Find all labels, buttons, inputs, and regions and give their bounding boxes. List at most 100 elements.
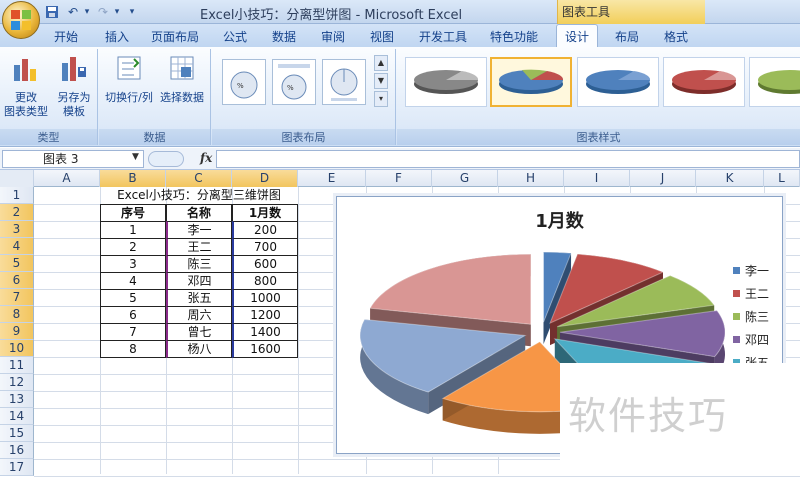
table-cell[interactable]: 1000 <box>232 289 298 307</box>
tab-design[interactable]: 设计 <box>556 24 599 47</box>
row-header-1[interactable]: 1 <box>0 187 34 204</box>
select-all-corner[interactable] <box>0 170 34 187</box>
table-cell[interactable]: 1600 <box>232 340 298 358</box>
table-cell[interactable]: 5 <box>100 289 166 307</box>
undo-icon[interactable]: ↶ <box>64 3 82 21</box>
chart-legend[interactable]: 李一王二陈三邓四张五 <box>733 259 793 374</box>
row-header-9[interactable]: 9 <box>0 323 34 340</box>
table-cell[interactable]: 1200 <box>232 306 298 324</box>
chart-style-2-selected[interactable] <box>490 57 572 107</box>
col-header-f[interactable]: F <box>366 170 432 187</box>
table-cell[interactable]: 3 <box>100 255 166 273</box>
tab-formulas[interactable]: 公式 <box>223 28 247 45</box>
tab-page-layout[interactable]: 页面布局 <box>151 28 199 45</box>
row-header-3[interactable]: 3 <box>0 221 34 238</box>
row-header-11[interactable]: 11 <box>0 357 34 374</box>
tab-insert[interactable]: 插入 <box>105 28 129 45</box>
table-header-cell[interactable]: 序号 <box>100 204 166 222</box>
col-header-h[interactable]: H <box>498 170 564 187</box>
col-header-b[interactable]: B <box>100 170 166 187</box>
col-header-d[interactable]: D <box>232 170 298 187</box>
change-chart-type-button[interactable]: 更改 图表类型 <box>4 53 48 119</box>
legend-entry[interactable]: 陈三 <box>733 305 793 328</box>
layout-more[interactable]: ▾ <box>374 91 388 107</box>
table-cell[interactable]: 1400 <box>232 323 298 341</box>
undo-dropdown[interactable]: ▾ <box>82 3 92 21</box>
row-header-2[interactable]: 2 <box>0 204 34 221</box>
table-cell[interactable]: 李一 <box>166 221 232 239</box>
table-cell[interactable]: 2 <box>100 238 166 256</box>
col-header-l[interactable]: L <box>764 170 800 187</box>
col-header-e[interactable]: E <box>298 170 366 187</box>
row-header-6[interactable]: 6 <box>0 272 34 289</box>
select-data-button[interactable]: 选择数据 <box>157 53 207 105</box>
table-cell[interactable]: 王二 <box>166 238 232 256</box>
table-cell[interactable]: 7 <box>100 323 166 341</box>
col-header-c[interactable]: C <box>166 170 232 187</box>
tab-format[interactable]: 格式 <box>664 28 688 45</box>
chart-style-5[interactable] <box>749 57 800 107</box>
table-cell[interactable]: 邓四 <box>166 272 232 290</box>
col-header-a[interactable]: A <box>34 170 100 187</box>
col-header-g[interactable]: G <box>432 170 498 187</box>
row-header-15[interactable]: 15 <box>0 425 34 442</box>
col-header-i[interactable]: I <box>564 170 630 187</box>
tab-special[interactable]: 特色功能 <box>490 28 538 45</box>
tab-review[interactable]: 审阅 <box>321 28 345 45</box>
chart-layout-3[interactable] <box>322 59 366 105</box>
insert-function-icon[interactable]: fx <box>200 151 212 165</box>
save-as-template-button[interactable]: 另存为 模板 <box>52 53 96 119</box>
name-box-dropdown-icon[interactable]: ▼ <box>132 152 139 162</box>
layout-scroll-down[interactable]: ▼ <box>374 73 388 89</box>
save-icon[interactable] <box>44 3 60 21</box>
customize-qat-icon[interactable]: ▾ <box>126 3 138 21</box>
tab-home[interactable]: 开始 <box>54 28 78 45</box>
redo-icon[interactable]: ↷ <box>94 3 112 21</box>
row-header-16[interactable]: 16 <box>0 442 34 459</box>
row-header-14[interactable]: 14 <box>0 408 34 425</box>
table-cell[interactable]: 周六 <box>166 306 232 324</box>
layout-scroll-up[interactable]: ▲ <box>374 55 388 71</box>
table-cell[interactable]: 600 <box>232 255 298 273</box>
row-header-8[interactable]: 8 <box>0 306 34 323</box>
legend-entry[interactable]: 邓四 <box>733 328 793 351</box>
tab-developer[interactable]: 开发工具 <box>419 28 467 45</box>
table-cell[interactable]: 800 <box>232 272 298 290</box>
row-header-17[interactable]: 17 <box>0 459 34 476</box>
sheet-title-cell[interactable]: Excel小技巧：分离型三维饼图 <box>100 187 298 205</box>
row-header-4[interactable]: 4 <box>0 238 34 255</box>
redo-dropdown[interactable]: ▾ <box>112 3 122 21</box>
chart-style-4[interactable] <box>663 57 745 107</box>
switch-row-col-button[interactable]: 切换行/列 <box>103 53 155 105</box>
legend-entry[interactable]: 王二 <box>733 282 793 305</box>
table-header-cell[interactable]: 1月数 <box>232 204 298 222</box>
row-header-13[interactable]: 13 <box>0 391 34 408</box>
table-header-cell[interactable]: 名称 <box>166 204 232 222</box>
chart-title[interactable]: 1月数 <box>337 207 782 233</box>
formula-bar-splitter[interactable] <box>148 151 184 167</box>
tab-layout[interactable]: 布局 <box>615 28 639 45</box>
row-header-10[interactable]: 10 <box>0 340 34 357</box>
table-cell[interactable]: 4 <box>100 272 166 290</box>
table-cell[interactable]: 200 <box>232 221 298 239</box>
table-cell[interactable]: 6 <box>100 306 166 324</box>
table-cell[interactable]: 张五 <box>166 289 232 307</box>
chart-style-3[interactable] <box>577 57 659 107</box>
chart-style-1[interactable] <box>405 57 487 107</box>
table-cell[interactable]: 700 <box>232 238 298 256</box>
row-header-7[interactable]: 7 <box>0 289 34 306</box>
row-header-12[interactable]: 12 <box>0 374 34 391</box>
office-button[interactable] <box>2 1 40 39</box>
formula-input[interactable] <box>216 150 800 168</box>
table-cell[interactable]: 曾七 <box>166 323 232 341</box>
table-cell[interactable]: 陈三 <box>166 255 232 273</box>
table-cell[interactable]: 杨八 <box>166 340 232 358</box>
row-header-5[interactable]: 5 <box>0 255 34 272</box>
chart-layout-2[interactable]: % <box>272 59 316 105</box>
legend-entry[interactable]: 李一 <box>733 259 793 282</box>
name-box[interactable]: 图表 3 <box>2 150 144 168</box>
table-cell[interactable]: 1 <box>100 221 166 239</box>
col-header-k[interactable]: K <box>696 170 764 187</box>
col-header-j[interactable]: J <box>630 170 696 187</box>
table-cell[interactable]: 8 <box>100 340 166 358</box>
